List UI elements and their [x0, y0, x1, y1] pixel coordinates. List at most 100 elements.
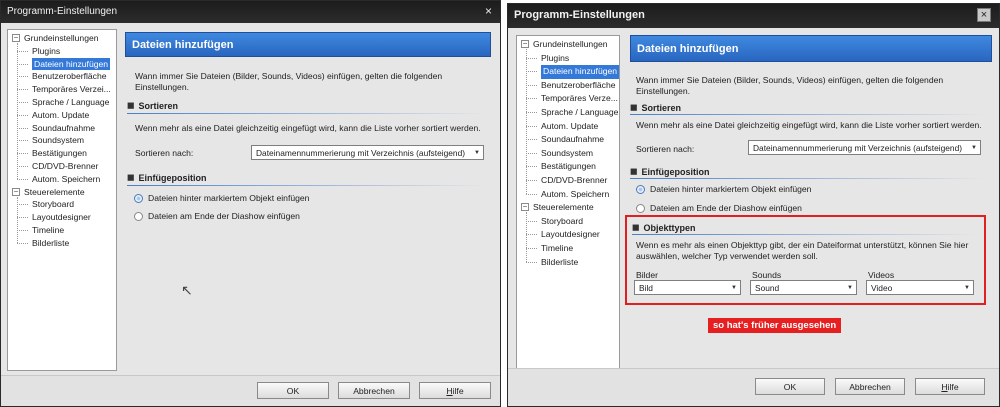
sounds-type-dropdown[interactable]: Sound ▼	[750, 280, 857, 295]
tree-connector	[526, 220, 537, 222]
section-bullet-icon: ◼	[630, 102, 638, 112]
tree-item[interactable]: Soundaufnahme	[541, 133, 604, 147]
tree-connector	[526, 49, 527, 194]
tree-item[interactable]: Layoutdesigner	[541, 228, 600, 242]
tree-item[interactable]: Storyboard	[541, 215, 583, 229]
tree-connector	[17, 153, 28, 155]
sort-label: Sortieren nach:	[135, 148, 194, 158]
sounds-label: Sounds	[752, 270, 782, 280]
radio-label: Dateien am Ende der Diashow einfügen	[148, 211, 300, 221]
radio-insert-end[interactable]: Dateien am Ende der Diashow einfügen	[636, 203, 802, 213]
tree-item[interactable]: Steuerelemente	[24, 186, 85, 199]
section-title: Objekttypen	[643, 222, 696, 233]
tree-item[interactable]: Autom. Update	[541, 120, 598, 134]
tree-item[interactable]: Timeline	[32, 224, 64, 237]
settings-tree[interactable]: − Grundeinstellungen Plugins Dateien hinzuf…	[7, 29, 117, 371]
radio-button-selected[interactable]	[134, 193, 143, 203]
videos-type-dropdown[interactable]: Video ▼	[866, 280, 974, 295]
settings-tree[interactable]: − Grundeinstellungen Plugins Dateien hinzuf…	[516, 35, 620, 369]
tree-item[interactable]: CD/DVD-Brenner	[32, 160, 98, 173]
sort-dropdown[interactable]: Dateinamennummerierung mit Verzeichnis (…	[251, 145, 484, 160]
radio-button[interactable]	[134, 211, 143, 221]
sort-description: Wenn mehr als eine Datei gleichzeitig ei…	[636, 120, 982, 130]
title-bar: Programm-Einstellungen ×	[508, 4, 999, 28]
tree-item[interactable]: Bilderliste	[541, 256, 578, 270]
tree-item[interactable]: Bestätigungen	[32, 147, 87, 160]
section-divider	[127, 113, 487, 114]
tree-expander-icon[interactable]: −	[12, 187, 20, 196]
tree-item[interactable]: Timeline	[541, 242, 573, 256]
page-title: Dateien hinzufügen	[132, 38, 234, 51]
tree-connector	[526, 193, 537, 195]
tree-expander-icon[interactable]: −	[521, 203, 529, 212]
radio-button[interactable]	[636, 203, 645, 213]
tree-item[interactable]: CD/DVD-Brenner	[541, 174, 607, 188]
tree-connector	[17, 89, 28, 91]
tree-item[interactable]: Dateien hinzufügen	[541, 65, 619, 79]
radio-button-selected[interactable]	[636, 184, 645, 194]
tree-item[interactable]: Soundaufnahme	[32, 122, 95, 135]
section-divider	[630, 114, 986, 115]
tree-expander-icon[interactable]: −	[12, 34, 20, 42]
chevron-down-icon: ▼	[964, 284, 970, 291]
tree-connector	[17, 114, 28, 116]
settings-window-current: Programm-Einstellungen × − Grundeinstellu…	[0, 0, 501, 407]
section-bullet-icon: ◼	[630, 166, 638, 176]
videos-type-value: Video	[871, 282, 893, 293]
tree-connector	[526, 71, 537, 73]
images-type-dropdown[interactable]: Bild ▼	[634, 280, 741, 295]
videos-label: Videos	[868, 270, 895, 280]
close-icon[interactable]: ×	[485, 4, 492, 18]
tree-item[interactable]: Autom. Speichern	[32, 173, 100, 186]
section-heading-insert: ◼ Einfügeposition	[127, 172, 206, 183]
tree-item[interactable]: Autom. Speichern	[541, 188, 609, 202]
tree-connector	[526, 180, 537, 181]
tree-connector	[17, 76, 28, 78]
tree-item[interactable]: Soundsystem	[32, 134, 84, 147]
sort-dropdown-value: Dateinamennummerierung mit Verzeichnis (…	[256, 147, 466, 158]
tree-item[interactable]: Grundeinstellungen	[533, 38, 608, 52]
tree-connector	[526, 261, 537, 263]
tree-item[interactable]: Temporäres Verze...	[541, 92, 618, 106]
radio-insert-end[interactable]: Dateien am Ende der Diashow einfügen	[134, 211, 300, 221]
sort-dropdown[interactable]: Dateinamennummerierung mit Verzeichnis (…	[748, 140, 981, 155]
chevron-down-icon: ▼	[971, 144, 977, 151]
tree-connector	[17, 196, 18, 243]
tree-item[interactable]: Plugins	[32, 45, 60, 58]
ok-button[interactable]: OK	[755, 378, 825, 395]
tree-item[interactable]: Steuerelemente	[533, 201, 594, 215]
tree-item[interactable]: Dateien hinzufügen	[32, 57, 111, 71]
tree-item[interactable]: Autom. Update	[32, 109, 89, 122]
tree-item[interactable]: Temporäres Verzei...	[32, 83, 111, 96]
tree-item[interactable]: Sprache / Language	[32, 96, 109, 109]
tree-item[interactable]: Benutzeroberfläche	[32, 70, 107, 83]
tree-expander-icon[interactable]: −	[521, 40, 529, 48]
annotation-note: so hat's früher ausgesehen	[708, 318, 842, 333]
tree-connector	[526, 234, 537, 236]
radio-label: Dateien hinter markiertem Objekt einfüge…	[650, 184, 812, 194]
close-icon[interactable]: ×	[977, 8, 991, 22]
dialog-footer: OK Abbrechen Hilfe	[1, 375, 500, 406]
tree-item[interactable]: Bestätigungen	[541, 160, 596, 174]
tree-item[interactable]: Sprache / Language	[541, 106, 618, 120]
tree-item[interactable]: Grundeinstellungen	[24, 32, 99, 45]
sort-description: Wenn mehr als eine Datei gleichzeitig ei…	[135, 123, 481, 133]
help-button[interactable]: Hilfe	[915, 378, 985, 395]
tree-item[interactable]: Benutzeroberfläche	[541, 79, 616, 93]
ok-button[interactable]: OK	[257, 382, 329, 399]
cancel-button[interactable]: Abbrechen	[835, 378, 905, 395]
help-button[interactable]: Hilfe	[419, 382, 491, 399]
radio-insert-after[interactable]: Dateien hinter markiertem Objekt einfüge…	[636, 184, 811, 194]
tree-connector	[526, 248, 537, 249]
tree-item[interactable]: Soundsystem	[541, 147, 593, 161]
tree-item[interactable]: Storyboard	[32, 198, 74, 211]
tree-item[interactable]: Bilderliste	[32, 237, 69, 250]
section-divider	[630, 178, 986, 179]
radio-insert-after[interactable]: Dateien hinter markiertem Objekt einfüge…	[134, 193, 309, 203]
cancel-button[interactable]: Abbrechen	[338, 382, 410, 399]
tree-item[interactable]: Layoutdesigner	[32, 211, 91, 224]
tree-item[interactable]: Plugins	[541, 52, 569, 66]
images-type-value: Bild	[639, 282, 653, 293]
tree-connector	[17, 204, 28, 206]
page-title: Dateien hinzufügen	[637, 42, 739, 55]
